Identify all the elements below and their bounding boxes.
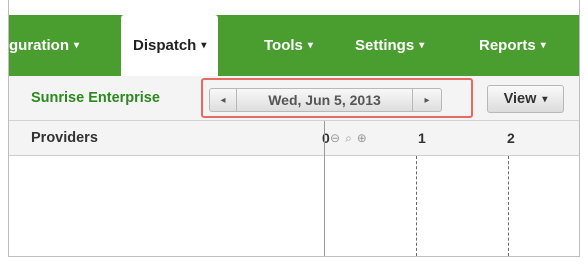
view-dropdown-button[interactable]: View ▾	[487, 85, 564, 113]
schedule-grid-header: Providers 0 ⊖ ⌕ ⊕ 1 2	[9, 121, 579, 156]
providers-column-divider	[324, 121, 325, 256]
dispatch-toolbar: Sunrise Enterprise ◂ Wed, Jun 5, 2013 ▸ …	[9, 76, 579, 121]
nav-item-settings[interactable]: Settings ▾	[355, 15, 424, 76]
nav-item-configuration[interactable]: guration ▾	[9, 15, 79, 76]
zoom-controls: ⊖ ⌕ ⊕	[330, 132, 367, 144]
top-navigation: guration ▾ Dispatch ▾ Tools ▾ Settings ▾…	[9, 0, 579, 76]
chevron-left-icon: ◂	[220, 94, 226, 106]
nav-item-reports[interactable]: Reports ▾	[479, 15, 546, 76]
providers-column-header: Providers	[31, 130, 98, 146]
zoom-reset-icon[interactable]: ⊖	[330, 132, 340, 144]
previous-day-button[interactable]: ◂	[209, 88, 237, 112]
current-date-button[interactable]: Wed, Jun 5, 2013	[236, 88, 413, 112]
nav-item-tools[interactable]: Tools ▾	[264, 15, 313, 76]
nav-item-label: Tools	[264, 37, 303, 54]
app-frame: guration ▾ Dispatch ▾ Tools ▾ Settings ▾…	[8, 0, 580, 257]
chevron-down-icon: ▾	[307, 40, 313, 51]
company-name: Sunrise Enterprise	[31, 90, 160, 106]
chevron-down-icon: ▾	[540, 40, 546, 51]
zoom-in-icon[interactable]: ⌕	[345, 132, 352, 144]
view-button-label: View	[503, 91, 537, 107]
next-day-button[interactable]: ▸	[412, 88, 442, 112]
chevron-right-icon: ▸	[424, 94, 430, 106]
nav-item-label: Settings	[355, 37, 415, 54]
chevron-down-icon: ▾	[542, 93, 548, 105]
chevron-down-icon: ▾	[201, 40, 207, 51]
date-navigator-highlight: ◂ Wed, Jun 5, 2013 ▸	[201, 78, 473, 118]
zoom-out-icon[interactable]: ⊕	[357, 132, 367, 144]
timeline-tick-label: 1	[418, 130, 426, 146]
chevron-down-icon: ▾	[419, 40, 425, 51]
nav-item-label: Reports	[479, 37, 536, 54]
hour-gridline	[416, 156, 417, 256]
timeline-tick-label: 2	[507, 130, 515, 146]
nav-item-label: Dispatch	[133, 37, 197, 54]
hour-gridline	[508, 156, 509, 256]
chevron-down-icon: ▾	[74, 40, 80, 51]
nav-item-dispatch[interactable]: Dispatch ▾	[121, 15, 219, 76]
nav-item-label: guration	[9, 37, 69, 54]
